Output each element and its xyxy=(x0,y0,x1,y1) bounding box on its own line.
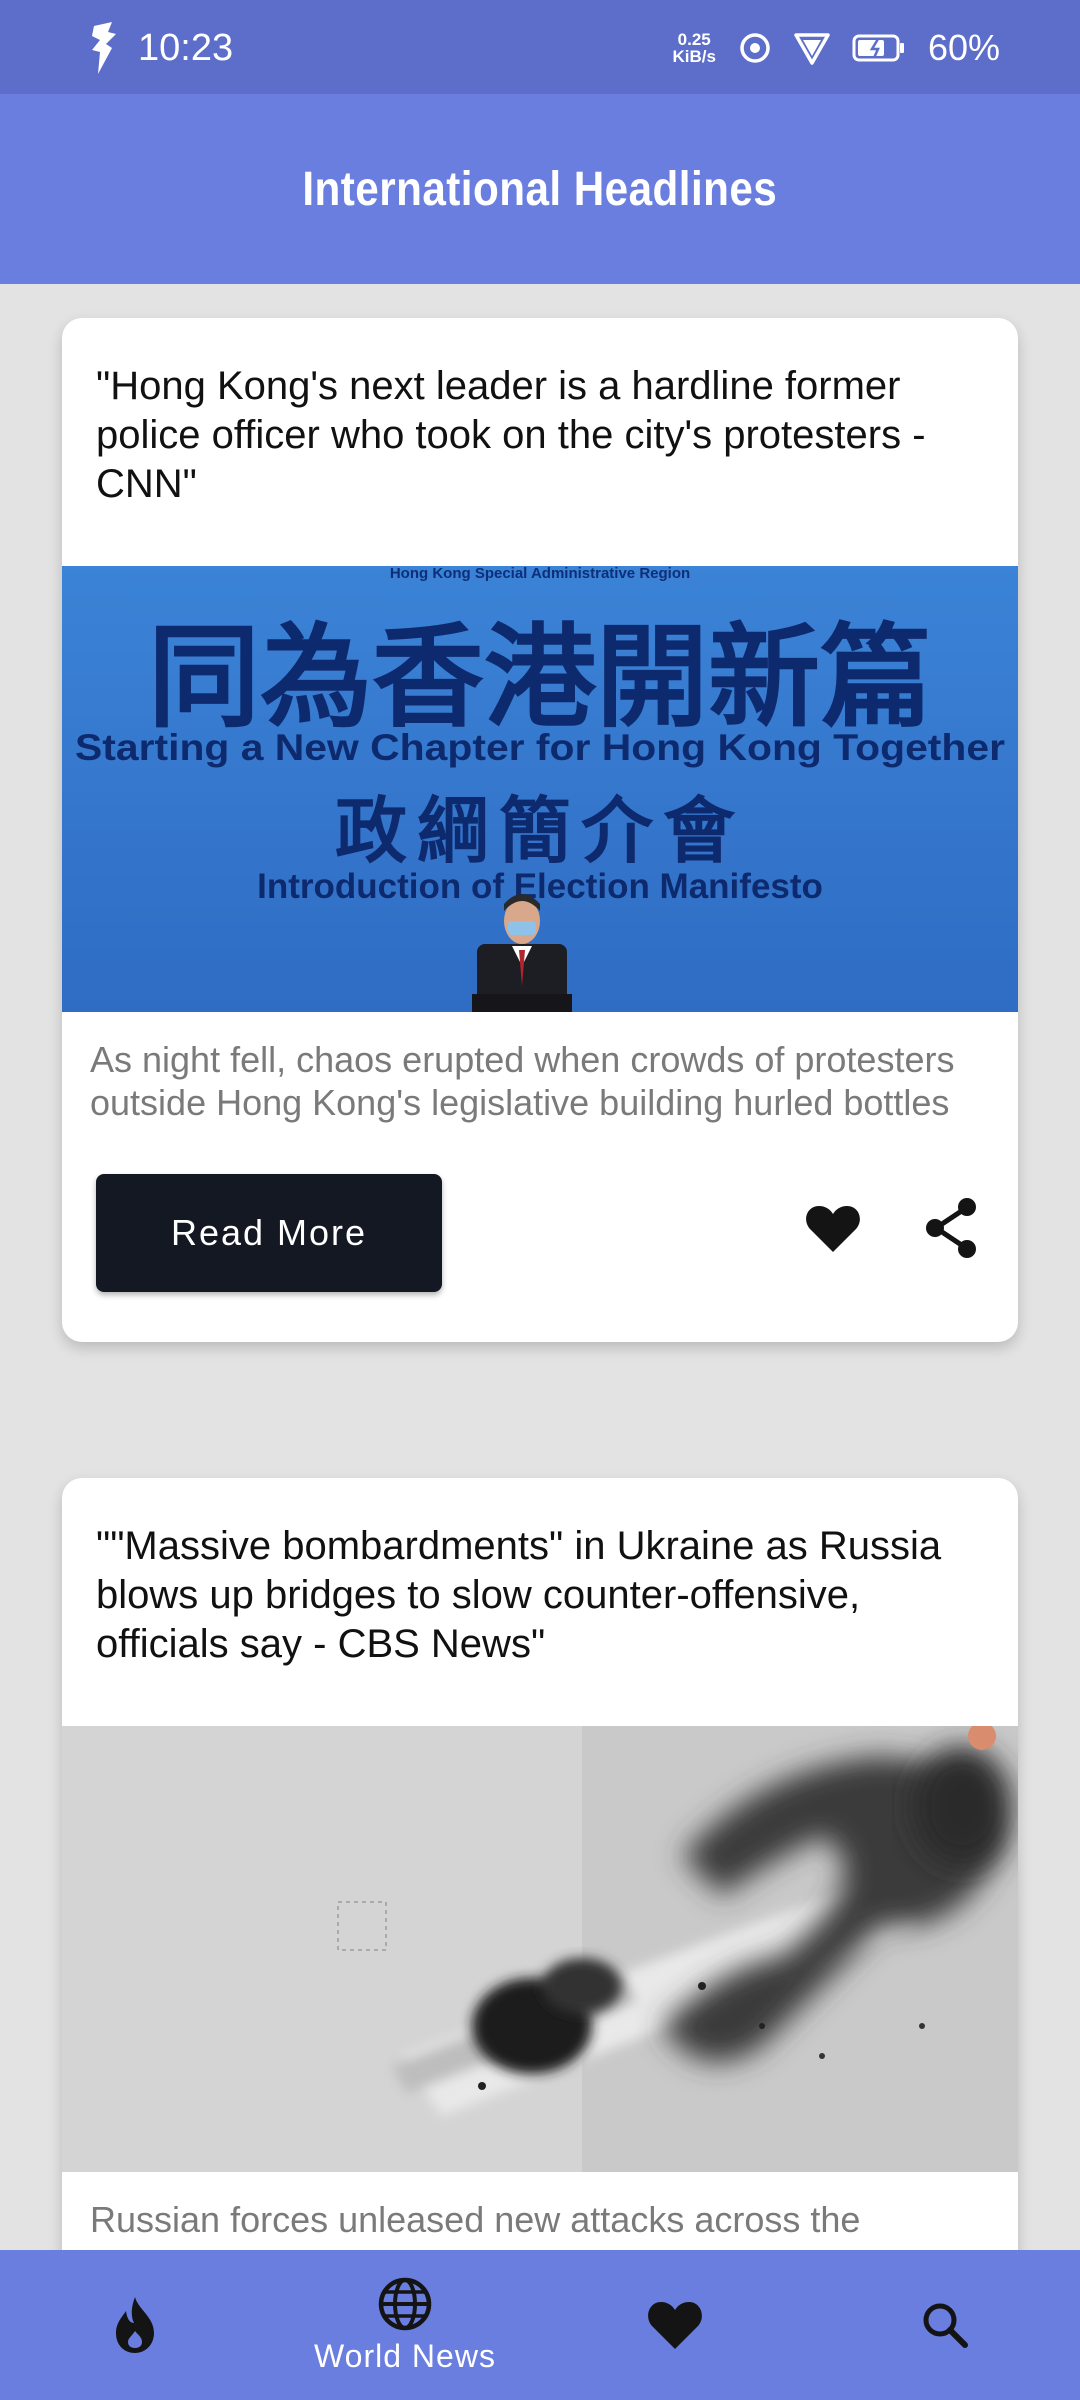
bombardment-aerial-image xyxy=(62,1726,1018,2172)
image-subhead-en: Introduction of Election Manifesto xyxy=(257,867,823,906)
nav-trending[interactable] xyxy=(90,2250,180,2400)
article-card[interactable]: ""Massive bombardments" in Ukraine as Ru… xyxy=(62,1478,1018,2250)
globe-icon xyxy=(378,2277,432,2330)
article-image xyxy=(62,1726,1018,2172)
page-title: International Headlines xyxy=(302,162,778,216)
bottom-nav: World News xyxy=(0,2250,1080,2400)
status-time: 10:23 xyxy=(138,27,234,69)
news-feed[interactable]: "Hong Kong's next leader is a hardline f… xyxy=(0,284,1080,2250)
app-logo-icon xyxy=(92,22,116,74)
status-indicators: 0.25 KiB/s 60% xyxy=(672,20,1000,76)
article-card[interactable]: "Hong Kong's next leader is a hardline f… xyxy=(62,318,1018,1342)
article-title: ""Massive bombardments" in Ukraine as Ru… xyxy=(96,1524,942,1666)
status-bar: 10:23 0.25 KiB/s 60% xyxy=(0,0,1080,94)
article-description: Russian forces unleased new attacks acro… xyxy=(90,2199,861,2240)
article-image: Hong Kong Special Administrative Region … xyxy=(62,566,1018,1012)
article-description: As night fell, chaos erupted when crowds… xyxy=(90,1039,955,1123)
battery-icon xyxy=(852,34,904,62)
net-speed-unit: KiB/s xyxy=(672,47,716,66)
flame-icon xyxy=(116,2297,154,2353)
article-title: "Hong Kong's next leader is a hardline f… xyxy=(96,364,926,506)
net-speed-value: 0.25 xyxy=(677,30,711,49)
nav-favorites[interactable] xyxy=(630,2250,720,2400)
search-icon xyxy=(923,2303,968,2348)
image-headline-zh: 同為香港開新篇 xyxy=(148,613,932,743)
heart-icon[interactable] xyxy=(804,1200,862,1258)
election-stage-image: Hong Kong Special Administrative Region … xyxy=(62,566,1018,1012)
image-subhead-zh: 政綱簡介會 xyxy=(335,789,745,873)
app-bar: International Headlines xyxy=(0,94,1080,284)
image-headline-en: Starting a New Chapter for Hong Kong Tog… xyxy=(75,727,1005,768)
nav-search[interactable] xyxy=(900,2250,990,2400)
image-caption-top: Hong Kong Special Administrative Region xyxy=(390,566,690,582)
nav-world-news[interactable]: World News xyxy=(290,2250,520,2400)
heart-icon xyxy=(648,2302,702,2349)
share-icon[interactable] xyxy=(922,1196,980,1260)
net-speed: 0.25 KiB/s xyxy=(672,31,715,65)
wifi-icon xyxy=(794,33,830,65)
nav-label: World News xyxy=(314,2337,496,2374)
read-more-button[interactable]: Read More xyxy=(96,1174,442,1292)
data-saver-icon xyxy=(740,33,770,63)
battery-percent: 60% xyxy=(927,27,1000,68)
